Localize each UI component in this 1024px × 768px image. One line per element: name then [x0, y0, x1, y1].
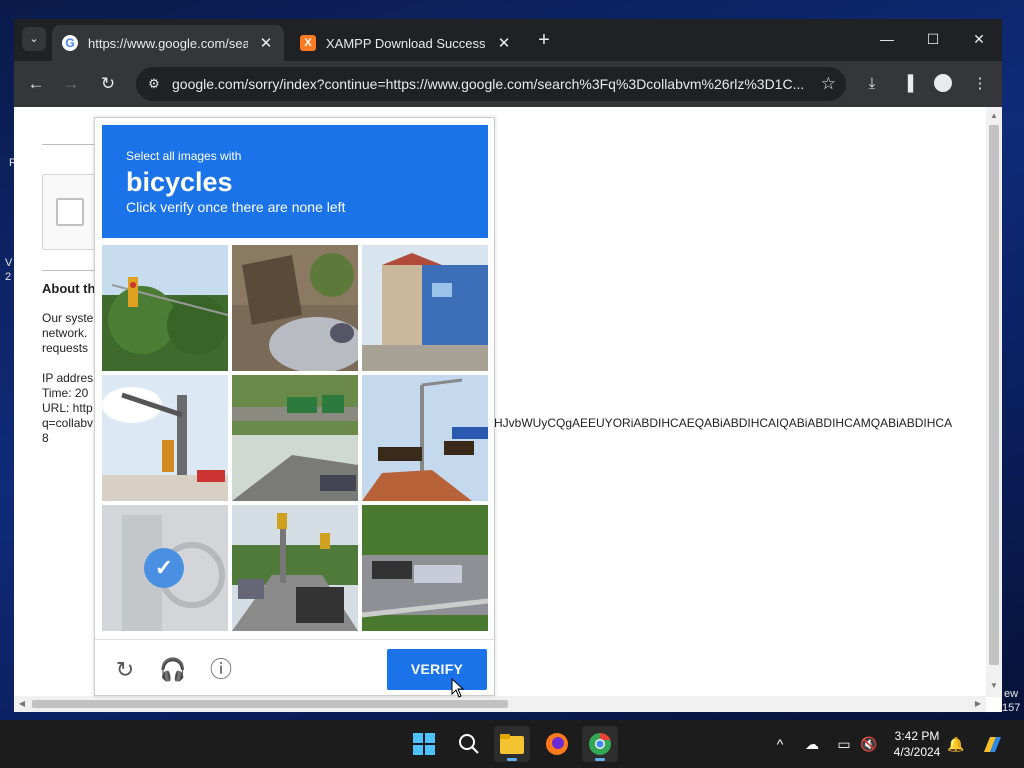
tab-xampp[interactable]: X XAMPP Download Success ✕	[290, 25, 522, 61]
side-panel-icon[interactable]: ▐	[896, 72, 920, 96]
desktop-fragment: ew	[1004, 688, 1019, 700]
back-icon[interactable]: ←	[24, 72, 48, 96]
horizontal-scrollbar[interactable]: ◀ ▶	[14, 696, 986, 712]
desktop-fragment: V	[5, 257, 13, 269]
checkmark-icon: ✓	[144, 548, 184, 588]
tile-highway-cars[interactable]	[362, 505, 488, 631]
tile-road-traffic-cars[interactable]	[232, 505, 358, 631]
desktop-fragment: 2	[5, 271, 12, 283]
minimize-icon[interactable]: —	[871, 27, 903, 51]
tile-junk-pile-car[interactable]	[232, 245, 358, 371]
address-text[interactable]: google.com/sorry/index?continue=https://…	[172, 76, 811, 92]
xampp-favicon-icon: X	[300, 35, 316, 51]
download-icon[interactable]: ⤓	[860, 72, 884, 96]
audio-challenge-icon[interactable]: 🎧	[159, 656, 187, 684]
tile-traffic-signal-pole[interactable]	[102, 375, 228, 501]
vertical-scrollbar[interactable]: ▲ ▼	[986, 107, 1002, 697]
query-fragment: q=collabv	[42, 416, 94, 430]
url-label: URL: http	[42, 401, 93, 415]
vertical-scroll-thumb[interactable]	[989, 125, 999, 665]
challenge-header: Select all images with bicycles Click ve…	[102, 125, 488, 238]
body-line: Our syste	[42, 311, 94, 325]
recaptcha-challenge: Select all images with bicycles Click ve…	[94, 117, 496, 698]
clock[interactable]: 3:42 PM 4/3/2024	[882, 728, 952, 760]
taskbar: ^ ☁ ▭ 🔇 3:42 PM 4/3/2024 🔔	[0, 720, 1024, 768]
desktop-fragment: 157	[1002, 702, 1021, 714]
tab-search-button[interactable]: ⌄	[22, 27, 46, 51]
body-line: requests	[42, 341, 89, 355]
clock-time: 3:42 PM	[894, 729, 940, 743]
challenge-target: bicycles	[126, 167, 233, 197]
forward-icon[interactable]: →	[59, 72, 83, 96]
body-line: network.	[42, 326, 88, 340]
scroll-down-icon[interactable]: ▼	[988, 681, 1000, 690]
divider	[42, 144, 102, 145]
onedrive-icon[interactable]: ☁	[802, 734, 822, 754]
windows-start-icon[interactable]	[406, 726, 442, 762]
chevron-up-icon[interactable]: ^	[770, 734, 790, 754]
recaptcha-checkbox[interactable]	[56, 198, 84, 226]
tile-signals-street-sign[interactable]	[362, 375, 488, 501]
scroll-left-icon[interactable]: ◀	[16, 699, 28, 708]
new-tab-icon[interactable]: +	[534, 29, 554, 52]
browser-toolbar: ← → ↻ ⚙ google.com/sorry/index?continue=…	[14, 61, 1002, 107]
profile-avatar-icon[interactable]	[934, 74, 952, 92]
time-label: Time: 20	[42, 386, 89, 400]
tile-highway-overpass-sign[interactable]	[232, 375, 358, 501]
maximize-icon[interactable]: ☐	[917, 27, 949, 51]
scroll-right-icon[interactable]: ▶	[972, 699, 984, 708]
verify-button[interactable]: VERIFY	[387, 649, 487, 690]
firefox-icon[interactable]	[539, 726, 575, 762]
clock-date: 4/3/2024	[893, 745, 941, 759]
ip-label: IP addres	[42, 371, 94, 385]
tile-traffic-light-trees[interactable]	[102, 245, 228, 371]
search-icon[interactable]	[451, 726, 487, 762]
tile-street-building[interactable]	[362, 245, 488, 371]
divider	[42, 270, 102, 271]
google-favicon-icon: G	[62, 35, 78, 51]
divider	[95, 639, 496, 640]
scroll-up-icon[interactable]: ▲	[988, 111, 1000, 120]
tab-close-icon[interactable]: ✕	[496, 34, 512, 52]
about-heading: About th	[42, 281, 96, 296]
tab-strip: ⌄ G https://www.google.com/searc ✕ X XAM…	[14, 19, 1002, 61]
tab-close-icon[interactable]: ✕	[258, 34, 274, 52]
image-grid: ✓	[102, 245, 488, 631]
challenge-subtext: Click verify once there are none left	[126, 199, 346, 215]
info-icon[interactable]: ⓘ	[207, 656, 235, 684]
page-content: About th Our syste network. requests IP …	[14, 107, 1002, 712]
horizontal-scroll-thumb[interactable]	[32, 700, 508, 708]
chrome-icon[interactable]	[582, 726, 618, 762]
copilot-icon[interactable]	[980, 734, 1004, 754]
menu-kebab-icon[interactable]: ⋮	[968, 72, 992, 96]
address-bar[interactable]: ⚙ google.com/sorry/index?continue=https:…	[136, 67, 846, 101]
long-token-text: HJvbWUyCQgAEEUYORiABDIHCAEQABiABDIHCAIQA…	[494, 416, 953, 430]
bookmark-star-icon[interactable]: ☆	[821, 74, 836, 94]
file-explorer-icon[interactable]	[494, 726, 530, 762]
reload-challenge-icon[interactable]: ↻	[111, 656, 139, 684]
tab-title: https://www.google.com/searc	[88, 35, 248, 51]
tab-title: XAMPP Download Success	[326, 35, 486, 51]
challenge-instruction: Select all images with	[126, 149, 242, 163]
mouse-cursor-icon	[451, 678, 465, 698]
notification-bell-icon[interactable]: 🔔	[946, 734, 966, 754]
browser-window: ⌄ G https://www.google.com/searc ✕ X XAM…	[14, 19, 1002, 712]
tab-google[interactable]: G https://www.google.com/searc ✕	[52, 25, 284, 61]
volume-muted-icon[interactable]: 🔇	[859, 734, 879, 754]
digit-fragment: 8	[42, 431, 49, 445]
close-window-icon[interactable]: ✕	[963, 27, 995, 51]
site-info-icon[interactable]: ⚙	[146, 76, 162, 92]
network-icon[interactable]: ▭	[834, 734, 854, 754]
reload-icon[interactable]: ↻	[96, 72, 120, 96]
